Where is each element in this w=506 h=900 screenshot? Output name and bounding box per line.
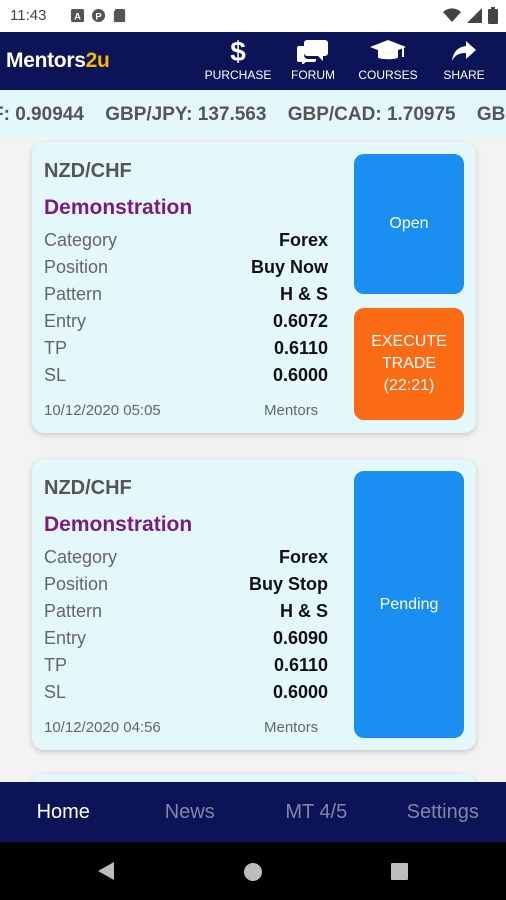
execute-trade-button[interactable]: EXECUTE TRADE (22:21) bbox=[354, 308, 464, 420]
chat-bubbles-icon bbox=[297, 40, 328, 64]
currency-pair: NZD/CHF bbox=[44, 160, 132, 182]
dollar-icon: $ bbox=[230, 36, 246, 66]
field-row: SL 0.6000 bbox=[44, 365, 328, 385]
tab-home[interactable]: Home bbox=[0, 782, 127, 842]
tab-mt45[interactable]: MT 4/5 bbox=[253, 782, 380, 842]
system-navigation-bar bbox=[0, 842, 506, 900]
back-icon[interactable] bbox=[96, 861, 116, 881]
share-arrow-icon bbox=[452, 41, 476, 61]
field-row: Entry 0.6090 bbox=[44, 628, 328, 648]
field-row: Pattern H & S bbox=[44, 284, 328, 304]
signal-icon bbox=[467, 8, 482, 23]
bottom-tab-bar: Home News MT 4/5 Settings bbox=[0, 782, 506, 842]
field-row: Entry 0.6072 bbox=[44, 311, 328, 331]
signal-date: 10/12/2020 04:56 bbox=[44, 719, 161, 736]
execute-timer: (22:21) bbox=[383, 377, 435, 394]
wifi-icon bbox=[443, 8, 461, 22]
price-ticker: F: 0.90944 GBP/JPY: 137.563 GBP/CAD: 1.7… bbox=[0, 90, 506, 138]
app-bar: Mentors2u $ PURCHASE FORUM COURSES SHARE bbox=[0, 32, 506, 90]
field-row: Position Buy Now bbox=[44, 257, 328, 277]
signal-type: Demonstration bbox=[44, 513, 193, 536]
ticker-item: GBP/JPY: 137.563 bbox=[105, 104, 267, 125]
field-row: TP 0.6110 bbox=[44, 338, 328, 358]
recents-icon[interactable] bbox=[391, 863, 408, 880]
field-row: Pattern H & S bbox=[44, 601, 328, 621]
signal-date: 10/12/2020 05:05 bbox=[44, 402, 161, 419]
forum-button[interactable]: FORUM bbox=[286, 36, 340, 88]
signal-author: Mentors bbox=[264, 719, 319, 736]
pending-button[interactable]: Pending bbox=[354, 471, 464, 738]
signal-card: NZD/CHF Demonstration Category Forex Posi… bbox=[32, 142, 476, 433]
tab-settings[interactable]: Settings bbox=[380, 782, 506, 842]
battery-icon bbox=[488, 7, 498, 24]
status-bar: 11:43 A P bbox=[0, 0, 506, 32]
signal-card: NZD/CHF Demonstration Category Forex Posi… bbox=[32, 459, 476, 750]
p-icon: P bbox=[91, 8, 106, 23]
svg-text:P: P bbox=[95, 11, 101, 21]
svg-text:A: A bbox=[74, 11, 81, 21]
ticker-item: F: 0.90944 bbox=[0, 104, 84, 125]
field-row: Category Forex bbox=[44, 547, 328, 567]
courses-button[interactable]: COURSES bbox=[356, 36, 420, 88]
sd-card-icon bbox=[113, 8, 126, 23]
share-button[interactable]: SHARE bbox=[440, 36, 488, 88]
field-row: Category Forex bbox=[44, 230, 328, 250]
currency-pair: NZD/CHF bbox=[44, 477, 132, 499]
home-icon[interactable] bbox=[243, 862, 263, 882]
app-logo: Mentors2u bbox=[6, 49, 110, 72]
field-row: TP 0.6110 bbox=[44, 655, 328, 675]
purchase-button[interactable]: $ PURCHASE bbox=[204, 36, 272, 88]
graduation-cap-icon bbox=[370, 40, 406, 60]
open-button[interactable]: Open bbox=[354, 154, 464, 294]
field-row: Position Buy Stop bbox=[44, 574, 328, 594]
ticker-item: GBP bbox=[476, 104, 506, 125]
ticker-item: GBP/CAD: 1.70975 bbox=[287, 104, 456, 125]
signal-type: Demonstration bbox=[44, 196, 193, 219]
tab-news[interactable]: News bbox=[127, 782, 254, 842]
svg-text:$: $ bbox=[230, 36, 246, 66]
signal-author: Mentors bbox=[264, 402, 319, 419]
a-icon: A bbox=[70, 8, 85, 23]
status-time: 11:43 bbox=[10, 7, 47, 24]
field-row: SL 0.6000 bbox=[44, 682, 328, 702]
